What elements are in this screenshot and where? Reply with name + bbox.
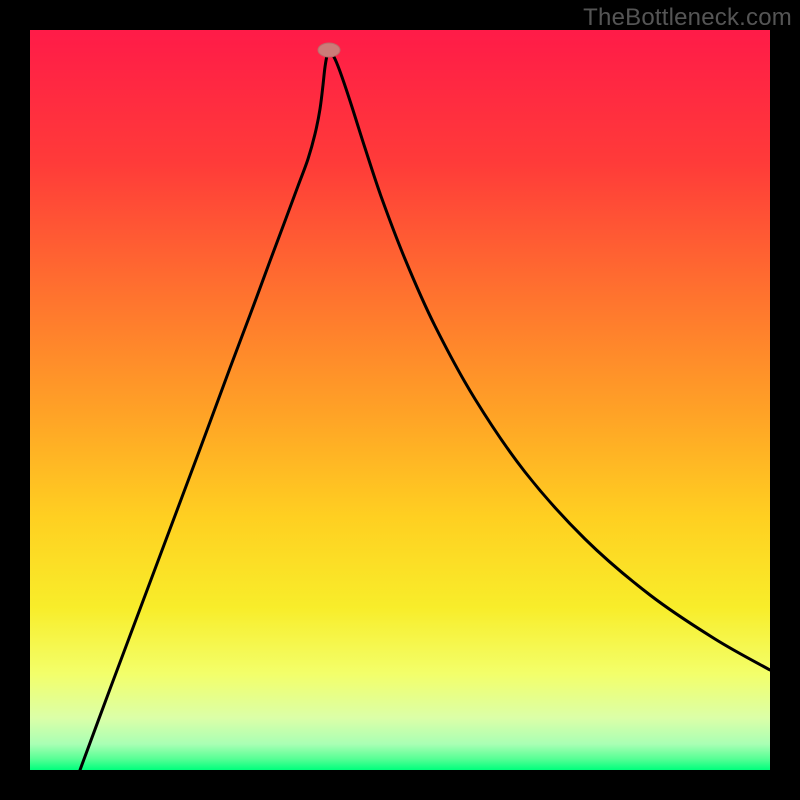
- watermark-text: TheBottleneck.com: [583, 4, 792, 32]
- curve-svg: [30, 30, 770, 770]
- bottleneck-curve: [80, 52, 770, 770]
- plot-area: [30, 30, 770, 770]
- chart-frame: TheBottleneck.com: [0, 0, 800, 800]
- optimum-marker: [318, 43, 340, 57]
